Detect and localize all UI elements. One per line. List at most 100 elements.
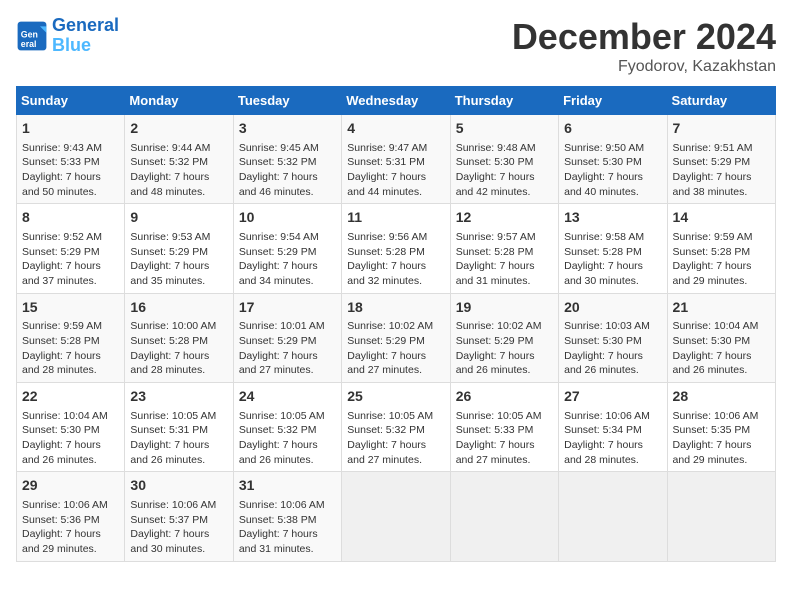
day-number: 30 bbox=[130, 476, 227, 496]
day-info: Sunrise: 9:48 AM Sunset: 5:30 PM Dayligh… bbox=[456, 141, 553, 200]
calendar-cell: 22Sunrise: 10:04 AM Sunset: 5:30 PM Dayl… bbox=[17, 383, 125, 472]
day-info: Sunrise: 9:47 AM Sunset: 5:31 PM Dayligh… bbox=[347, 141, 444, 200]
calendar-cell: 24Sunrise: 10:05 AM Sunset: 5:32 PM Dayl… bbox=[233, 383, 341, 472]
calendar-cell: 23Sunrise: 10:05 AM Sunset: 5:31 PM Dayl… bbox=[125, 383, 233, 472]
day-number: 27 bbox=[564, 387, 661, 407]
day-info: Sunrise: 9:52 AM Sunset: 5:29 PM Dayligh… bbox=[22, 230, 119, 289]
day-info: Sunrise: 10:05 AM Sunset: 5:32 PM Daylig… bbox=[239, 409, 336, 468]
logo: Gen eral GeneralBlue bbox=[16, 16, 119, 56]
day-info: Sunrise: 10:05 AM Sunset: 5:33 PM Daylig… bbox=[456, 409, 553, 468]
day-info: Sunrise: 10:06 AM Sunset: 5:35 PM Daylig… bbox=[673, 409, 770, 468]
page-header: Gen eral GeneralBlue December 2024 Fyodo… bbox=[16, 16, 776, 76]
calendar-cell: 7Sunrise: 9:51 AM Sunset: 5:29 PM Daylig… bbox=[667, 115, 775, 204]
calendar-cell: 4Sunrise: 9:47 AM Sunset: 5:31 PM Daylig… bbox=[342, 115, 450, 204]
weekday-header: Tuesday bbox=[233, 87, 341, 115]
day-number: 26 bbox=[456, 387, 553, 407]
calendar-cell: 9Sunrise: 9:53 AM Sunset: 5:29 PM Daylig… bbox=[125, 204, 233, 293]
calendar-cell: 8Sunrise: 9:52 AM Sunset: 5:29 PM Daylig… bbox=[17, 204, 125, 293]
location: Fyodorov, Kazakhstan bbox=[512, 58, 776, 76]
day-info: Sunrise: 9:54 AM Sunset: 5:29 PM Dayligh… bbox=[239, 230, 336, 289]
day-info: Sunrise: 10:06 AM Sunset: 5:34 PM Daylig… bbox=[564, 409, 661, 468]
day-info: Sunrise: 9:57 AM Sunset: 5:28 PM Dayligh… bbox=[456, 230, 553, 289]
weekday-header: Thursday bbox=[450, 87, 558, 115]
day-info: Sunrise: 10:06 AM Sunset: 5:36 PM Daylig… bbox=[22, 498, 119, 557]
logo-text: GeneralBlue bbox=[52, 16, 119, 56]
day-info: Sunrise: 9:58 AM Sunset: 5:28 PM Dayligh… bbox=[564, 230, 661, 289]
day-info: Sunrise: 10:06 AM Sunset: 5:37 PM Daylig… bbox=[130, 498, 227, 557]
calendar-cell: 25Sunrise: 10:05 AM Sunset: 5:32 PM Dayl… bbox=[342, 383, 450, 472]
calendar-cell: 5Sunrise: 9:48 AM Sunset: 5:30 PM Daylig… bbox=[450, 115, 558, 204]
calendar-cell: 15Sunrise: 9:59 AM Sunset: 5:28 PM Dayli… bbox=[17, 293, 125, 382]
calendar-cell: 1Sunrise: 9:43 AM Sunset: 5:33 PM Daylig… bbox=[17, 115, 125, 204]
day-number: 7 bbox=[673, 119, 770, 139]
calendar-cell: 17Sunrise: 10:01 AM Sunset: 5:29 PM Dayl… bbox=[233, 293, 341, 382]
day-number: 17 bbox=[239, 298, 336, 318]
day-number: 25 bbox=[347, 387, 444, 407]
day-number: 21 bbox=[673, 298, 770, 318]
svg-text:eral: eral bbox=[21, 39, 37, 49]
calendar-cell: 11Sunrise: 9:56 AM Sunset: 5:28 PM Dayli… bbox=[342, 204, 450, 293]
calendar-week-row: 8Sunrise: 9:52 AM Sunset: 5:29 PM Daylig… bbox=[17, 204, 776, 293]
day-number: 22 bbox=[22, 387, 119, 407]
day-info: Sunrise: 9:43 AM Sunset: 5:33 PM Dayligh… bbox=[22, 141, 119, 200]
day-info: Sunrise: 9:56 AM Sunset: 5:28 PM Dayligh… bbox=[347, 230, 444, 289]
calendar-cell: 14Sunrise: 9:59 AM Sunset: 5:28 PM Dayli… bbox=[667, 204, 775, 293]
day-info: Sunrise: 10:04 AM Sunset: 5:30 PM Daylig… bbox=[673, 319, 770, 378]
calendar-cell: 27Sunrise: 10:06 AM Sunset: 5:34 PM Dayl… bbox=[559, 383, 667, 472]
day-info: Sunrise: 10:03 AM Sunset: 5:30 PM Daylig… bbox=[564, 319, 661, 378]
calendar-week-row: 1Sunrise: 9:43 AM Sunset: 5:33 PM Daylig… bbox=[17, 115, 776, 204]
day-number: 2 bbox=[130, 119, 227, 139]
day-info: Sunrise: 9:50 AM Sunset: 5:30 PM Dayligh… bbox=[564, 141, 661, 200]
day-info: Sunrise: 9:53 AM Sunset: 5:29 PM Dayligh… bbox=[130, 230, 227, 289]
calendar-week-row: 29Sunrise: 10:06 AM Sunset: 5:36 PM Dayl… bbox=[17, 472, 776, 561]
calendar-cell bbox=[559, 472, 667, 561]
calendar-cell: 12Sunrise: 9:57 AM Sunset: 5:28 PM Dayli… bbox=[450, 204, 558, 293]
calendar-cell: 31Sunrise: 10:06 AM Sunset: 5:38 PM Dayl… bbox=[233, 472, 341, 561]
logo-icon: Gen eral bbox=[16, 20, 48, 52]
calendar-cell: 21Sunrise: 10:04 AM Sunset: 5:30 PM Dayl… bbox=[667, 293, 775, 382]
day-number: 9 bbox=[130, 208, 227, 228]
calendar-week-row: 15Sunrise: 9:59 AM Sunset: 5:28 PM Dayli… bbox=[17, 293, 776, 382]
calendar-cell: 28Sunrise: 10:06 AM Sunset: 5:35 PM Dayl… bbox=[667, 383, 775, 472]
day-number: 13 bbox=[564, 208, 661, 228]
day-info: Sunrise: 9:51 AM Sunset: 5:29 PM Dayligh… bbox=[673, 141, 770, 200]
day-number: 31 bbox=[239, 476, 336, 496]
title-block: December 2024 Fyodorov, Kazakhstan bbox=[512, 16, 776, 76]
day-number: 1 bbox=[22, 119, 119, 139]
calendar-cell: 30Sunrise: 10:06 AM Sunset: 5:37 PM Dayl… bbox=[125, 472, 233, 561]
day-info: Sunrise: 9:59 AM Sunset: 5:28 PM Dayligh… bbox=[673, 230, 770, 289]
calendar-cell bbox=[342, 472, 450, 561]
weekday-header: Monday bbox=[125, 87, 233, 115]
day-number: 20 bbox=[564, 298, 661, 318]
calendar-week-row: 22Sunrise: 10:04 AM Sunset: 5:30 PM Dayl… bbox=[17, 383, 776, 472]
day-number: 8 bbox=[22, 208, 119, 228]
calendar-cell bbox=[450, 472, 558, 561]
day-info: Sunrise: 9:44 AM Sunset: 5:32 PM Dayligh… bbox=[130, 141, 227, 200]
day-number: 24 bbox=[239, 387, 336, 407]
weekday-header: Sunday bbox=[17, 87, 125, 115]
calendar-cell: 10Sunrise: 9:54 AM Sunset: 5:29 PM Dayli… bbox=[233, 204, 341, 293]
calendar-cell: 16Sunrise: 10:00 AM Sunset: 5:28 PM Dayl… bbox=[125, 293, 233, 382]
day-number: 19 bbox=[456, 298, 553, 318]
day-number: 23 bbox=[130, 387, 227, 407]
day-info: Sunrise: 9:45 AM Sunset: 5:32 PM Dayligh… bbox=[239, 141, 336, 200]
weekday-header: Saturday bbox=[667, 87, 775, 115]
day-number: 5 bbox=[456, 119, 553, 139]
day-number: 6 bbox=[564, 119, 661, 139]
day-number: 4 bbox=[347, 119, 444, 139]
day-number: 12 bbox=[456, 208, 553, 228]
calendar-cell: 3Sunrise: 9:45 AM Sunset: 5:32 PM Daylig… bbox=[233, 115, 341, 204]
day-info: Sunrise: 10:05 AM Sunset: 5:31 PM Daylig… bbox=[130, 409, 227, 468]
day-info: Sunrise: 10:04 AM Sunset: 5:30 PM Daylig… bbox=[22, 409, 119, 468]
day-info: Sunrise: 10:05 AM Sunset: 5:32 PM Daylig… bbox=[347, 409, 444, 468]
calendar-cell: 13Sunrise: 9:58 AM Sunset: 5:28 PM Dayli… bbox=[559, 204, 667, 293]
day-info: Sunrise: 9:59 AM Sunset: 5:28 PM Dayligh… bbox=[22, 319, 119, 378]
svg-text:Gen: Gen bbox=[21, 29, 38, 39]
calendar-cell: 26Sunrise: 10:05 AM Sunset: 5:33 PM Dayl… bbox=[450, 383, 558, 472]
day-number: 16 bbox=[130, 298, 227, 318]
day-info: Sunrise: 10:02 AM Sunset: 5:29 PM Daylig… bbox=[347, 319, 444, 378]
day-number: 10 bbox=[239, 208, 336, 228]
calendar-cell: 2Sunrise: 9:44 AM Sunset: 5:32 PM Daylig… bbox=[125, 115, 233, 204]
weekday-header: Wednesday bbox=[342, 87, 450, 115]
day-info: Sunrise: 10:02 AM Sunset: 5:29 PM Daylig… bbox=[456, 319, 553, 378]
